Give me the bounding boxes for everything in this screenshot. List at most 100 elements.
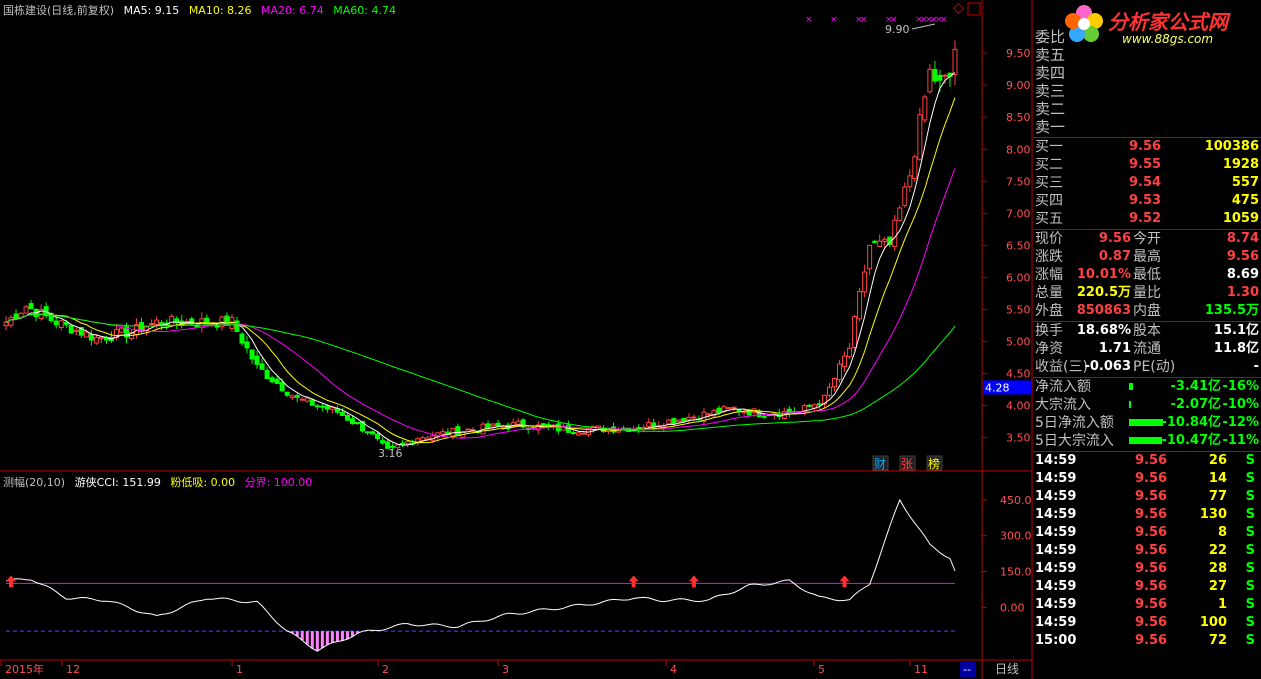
tick-time: 14:59 [1035,489,1077,504]
stat-value: 18.68% [1076,323,1131,338]
candle-body [726,407,732,410]
tick-price: 9.56 [1135,471,1168,486]
buy-row[interactable]: 买四 9.53 475 [1033,192,1261,210]
stat-row: 净资 1.71 流通 11.8亿 [1033,340,1261,358]
chart-header: 国栋建设(日线,前复权) MA5: 9.15 MA10: 8.26 MA20: … [3,2,402,18]
candle-body [279,381,285,392]
tick-volume: 8 [1217,525,1227,540]
buy-price: 9.56 [1129,139,1162,154]
sell-row[interactable]: 卖三 [1033,82,1261,100]
buy-arrow-icon [839,575,850,588]
time-axis-label: 2015年 [5,662,44,676]
price-tick-label: 3.50 [1006,431,1031,444]
ma5-label: MA5: 9.15 [123,4,180,17]
candle-body [676,419,682,423]
candle-body [269,377,275,383]
tick-side: S [1245,633,1255,648]
candle-body [349,418,355,425]
candle-body [837,363,843,381]
badge-label: 张 [901,457,913,471]
stat-label: 总量 [1035,285,1063,301]
candle-body [68,324,74,334]
tick-volume: 130 [1199,507,1227,522]
candle-body [892,219,898,247]
candle-body [8,316,14,326]
candle-body [154,319,160,326]
ma5-line [5,72,956,446]
candle-body [118,327,124,333]
tick-price: 9.56 [1135,525,1168,540]
buy-row[interactable]: 买一 9.56 100386 [1033,138,1261,156]
tick-row[interactable]: 14:59 9.56 1 S [1033,596,1261,614]
sell-row[interactable]: 卖一 [1033,118,1261,136]
tick-side: S [1245,489,1255,504]
candle-body [420,437,426,442]
tick-row[interactable]: 14:59 9.56 22 S [1033,542,1261,560]
sell-label: 卖五 [1035,46,1066,64]
tick-time: 15:00 [1035,633,1077,648]
sell-header-row: 委比 [1033,28,1261,46]
flow-row: 5日净流入额 -10.84亿 -12% [1033,414,1261,432]
candle-body [495,422,501,427]
indicator-tick-label: 0.00 [1000,601,1025,614]
candle-body [28,303,34,310]
candle-body [344,415,350,421]
tick-row[interactable]: 14:59 9.56 130 S [1033,506,1261,524]
tick-price: 9.56 [1135,507,1168,522]
tick-row[interactable]: 14:59 9.56 8 S [1033,524,1261,542]
candle-body [339,411,345,417]
tick-price: 9.56 [1135,615,1168,630]
buy-volume: 475 [1231,193,1259,208]
tick-row[interactable]: 15:00 9.56 72 S [1033,632,1261,650]
tick-row[interactable]: 14:59 9.56 77 S [1033,488,1261,506]
candle-body [405,441,411,445]
candle-body [862,271,868,293]
candle-body [716,407,722,414]
tick-side: S [1245,453,1255,468]
candle-body [465,428,471,431]
tick-time: 14:59 [1035,579,1077,594]
candle-body [882,238,888,242]
stat-label: PE(动) [1133,359,1176,375]
candle-body [671,418,677,425]
sell-row[interactable]: 卖四 [1033,64,1261,82]
tick-row[interactable]: 14:59 9.56 26 S [1033,452,1261,470]
buy-label: 买三 [1035,175,1063,191]
candle-body [706,413,712,416]
tick-volume: 26 [1208,453,1227,468]
buy-arrow-icon [688,575,699,588]
tick-row[interactable]: 14:59 9.56 28 S [1033,560,1261,578]
stat-label: 外盘 [1035,303,1063,319]
stat-value: 9.56 [1226,249,1259,264]
indicator-name: 测幅(20,10) [3,476,66,489]
tick-row[interactable]: 14:59 9.56 100 S [1033,614,1261,632]
candle-body [58,320,64,328]
buy-row[interactable]: 买三 9.54 557 [1033,174,1261,192]
stat-label: 净资 [1035,341,1063,357]
candle-body [88,334,94,341]
candle-body [852,316,858,348]
buy-volume: 100386 [1204,139,1259,154]
tick-row[interactable]: 14:59 9.56 14 S [1033,470,1261,488]
candles [3,40,958,451]
buy-row[interactable]: 买五 9.52 1059 [1033,210,1261,228]
time-axis-label: 1 [236,663,243,676]
tick-row[interactable]: 14:59 9.56 27 S [1033,578,1261,596]
buy-row[interactable]: 买二 9.55 1928 [1033,156,1261,174]
tick-side: S [1245,597,1255,612]
sell-label: 卖一 [1035,118,1066,136]
price-tick-label: 7.50 [1006,175,1031,188]
stat-value: 1.71 [1098,341,1131,356]
price-tick-label: 5.50 [1006,303,1031,316]
tick-side: S [1245,507,1255,522]
flow-bar [1129,419,1163,426]
sell-row[interactable]: 卖二 [1033,100,1261,118]
tick-time: 14:59 [1035,561,1077,576]
sell-row[interactable]: 卖五 [1033,46,1261,64]
tick-time: 14:59 [1035,597,1077,612]
flow-pct: -10% [1222,397,1259,412]
tick-side: S [1245,561,1255,576]
candle-body [927,68,933,93]
stat-value: 9.56 [1098,231,1131,246]
stat-row: 涨跌 0.87 最高 9.56 [1033,248,1261,266]
